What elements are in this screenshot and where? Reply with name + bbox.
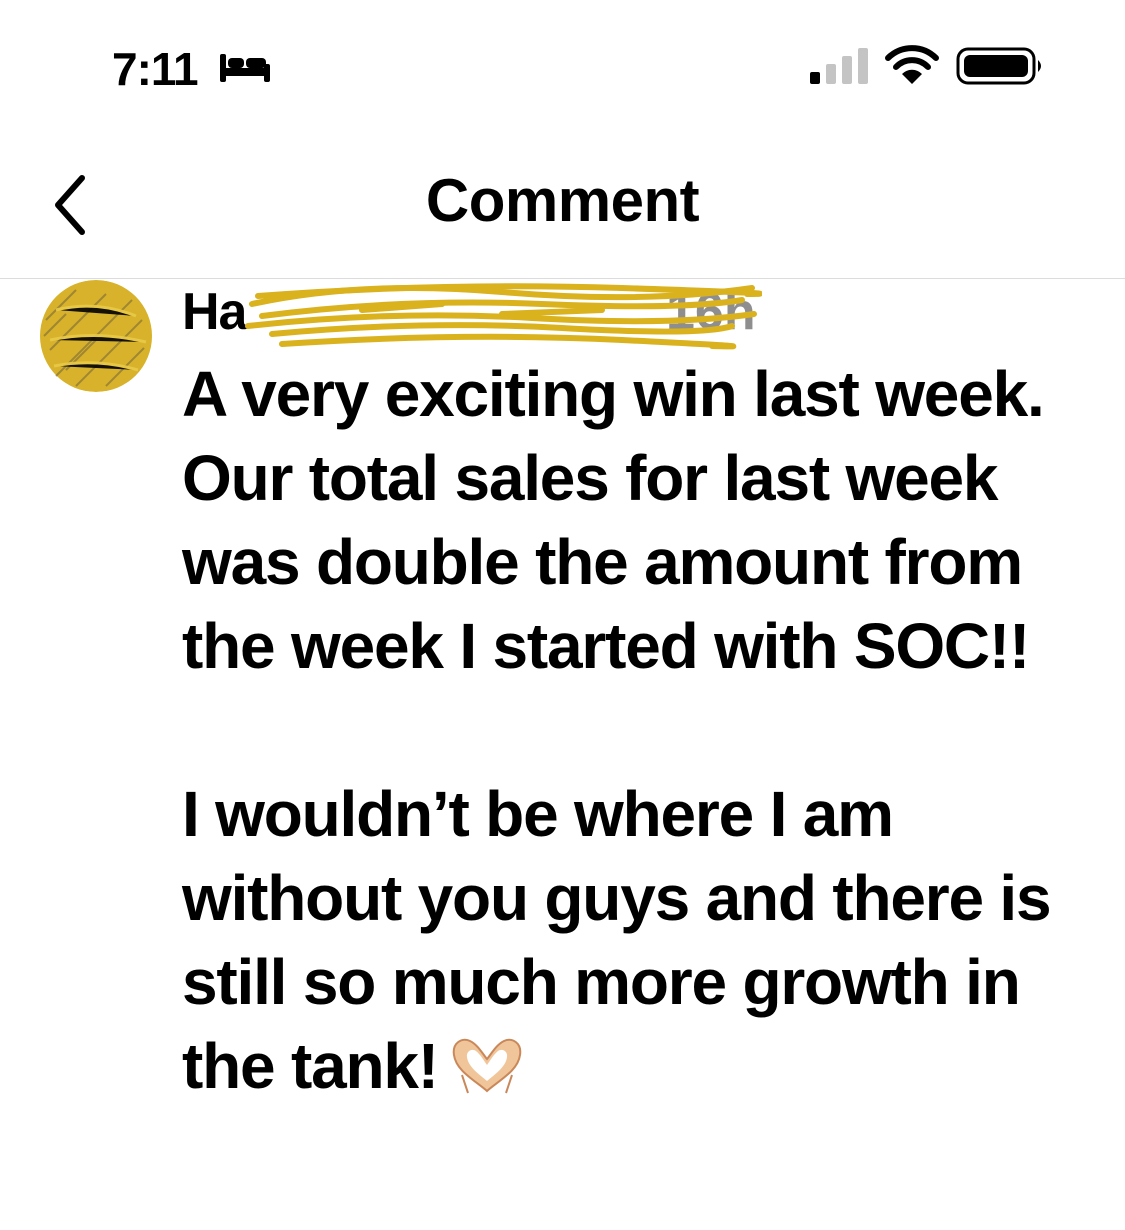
- comment-header: Ha 16h: [182, 282, 802, 350]
- comment-paragraph-1: A very exciting win last week. Our total…: [182, 358, 1045, 682]
- heart-hands-icon: [452, 1038, 522, 1094]
- page-title: Comment: [425, 167, 700, 234]
- comment-paragraph-2-text: I wouldn’t be where I am without you guy…: [182, 778, 1052, 1102]
- wifi-icon: [885, 45, 939, 84]
- status-time: 7:11: [112, 43, 199, 95]
- status-bar: 7:11: [0, 0, 1125, 130]
- comment-text: A very exciting win last week. Our total…: [182, 352, 1102, 1108]
- cellular-signal-icon: [810, 48, 868, 84]
- redaction-scribble: [245, 283, 762, 350]
- avatar[interactable]: [36, 280, 156, 392]
- nav-bar: Comment: [0, 130, 1125, 279]
- bed-icon: [220, 54, 270, 82]
- comment-paragraph-2: I wouldn’t be where I am without you guy…: [182, 772, 1102, 1108]
- battery-icon: [956, 47, 1041, 85]
- author-name[interactable]: Ha: [182, 282, 247, 342]
- avatar-image: [40, 280, 152, 392]
